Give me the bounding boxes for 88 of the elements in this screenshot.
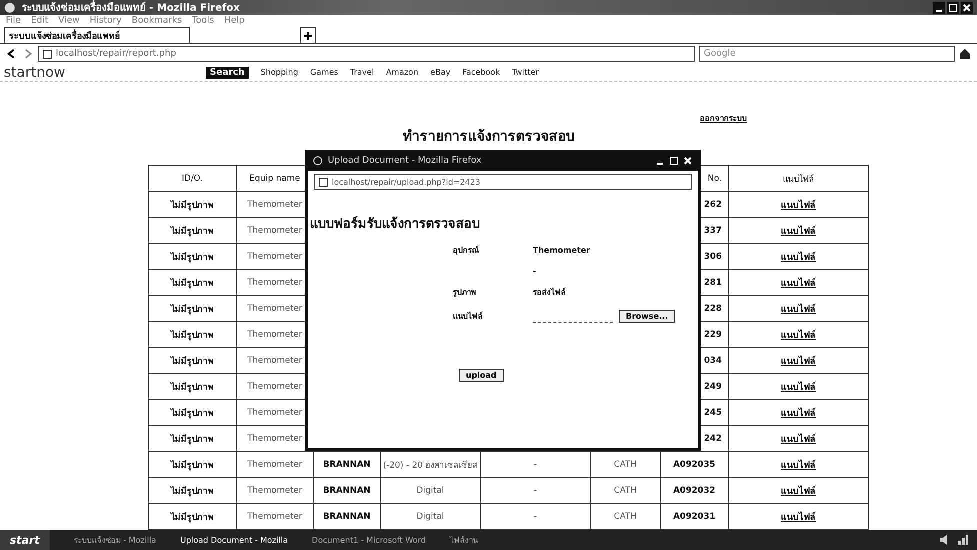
taskbar-item[interactable]: ไฟล์งาน [450, 534, 478, 546]
minimize-icon[interactable] [933, 2, 945, 14]
table-cell: ไม่มีรูปภาพ [149, 478, 237, 504]
network-icon[interactable] [957, 534, 969, 546]
toolbar-link[interactable]: Games [310, 68, 338, 78]
start-button[interactable]: start [0, 530, 50, 550]
table-cell: ไม่มีรูปภาพ [149, 296, 237, 322]
new-tab-button[interactable] [300, 27, 316, 44]
toolbar-link[interactable]: eBay [430, 68, 451, 78]
table-cell: ไม่มีรูปภาพ [149, 400, 237, 426]
table-cell: ไม่มีรูปภาพ [149, 452, 237, 478]
menu-item[interactable]: Bookmarks [132, 16, 182, 26]
menu-item[interactable]: File [6, 16, 22, 26]
table-cell: CATH [591, 478, 661, 504]
taskbar-item[interactable]: ระบบแจ้งซ่อม - Mozilla [74, 534, 156, 546]
field-value: - [533, 267, 538, 276]
address-field[interactable]: localhost/repair/upload.php?id=2423 [314, 174, 692, 190]
toolbar-link[interactable]: Twitter [512, 68, 539, 78]
browser-tab[interactable]: ระบบแจ้งซ่อมเครื่องมือแพทย์ [4, 27, 190, 44]
toolbar-brand: startnow [4, 64, 66, 81]
table-cell: A092032 [661, 478, 729, 504]
table-cell: ไม่มีรูปภาพ [149, 322, 237, 348]
window-title: ระบบแจ้งซ่อมเครื่องมือแพทย์ - Mozilla Firefox [22, 0, 240, 15]
table-cell: - [481, 478, 591, 504]
toolbar-link[interactable]: Travel [350, 68, 374, 78]
attach-link[interactable]: แนบไฟล์ [781, 458, 816, 472]
column-header: แนบไฟล์ [729, 166, 869, 192]
search-field[interactable]: Google [699, 46, 955, 62]
attach-link[interactable]: แนบไฟล์ [781, 250, 816, 264]
field-label: อุปกรณ์ [453, 244, 480, 257]
attach-link[interactable]: แนบไฟล์ [781, 328, 816, 342]
close-icon[interactable] [961, 2, 973, 14]
browser-icon[interactable] [312, 154, 324, 166]
menu-item[interactable]: Edit [31, 16, 48, 26]
menu-item[interactable]: Tools [192, 16, 214, 26]
attach-link[interactable]: แนบไฟล์ [781, 276, 816, 290]
search-button[interactable]: Search [206, 66, 249, 79]
field-label: รูปภาพ [453, 287, 477, 299]
attach-link[interactable]: แนบไฟล์ [781, 432, 816, 446]
table-cell: BRANNAN [314, 478, 381, 504]
upload-button[interactable]: upload [459, 369, 504, 382]
attach-link[interactable]: แนบไฟล์ [781, 510, 816, 524]
toolbar-link[interactable]: Amazon [386, 68, 419, 78]
attach-link[interactable]: แนบไฟล์ [781, 406, 816, 420]
attach-link[interactable]: แนบไฟล์ [781, 302, 816, 316]
table-cell: BRANNAN [314, 452, 381, 478]
column-header: ID/O. [149, 166, 237, 192]
attach-link[interactable]: แนบไฟล์ [781, 484, 816, 498]
table-cell: ไม่มีรูปภาพ [149, 270, 237, 296]
browser-icon[interactable] [4, 2, 16, 14]
maximize-icon[interactable] [947, 2, 959, 14]
menu-item[interactable]: Help [224, 16, 245, 26]
menu-item[interactable]: View [58, 16, 80, 26]
toolbar-link[interactable]: Facebook [462, 68, 500, 78]
table-cell: ไม่มีรูปภาพ [149, 348, 237, 374]
attach-link[interactable]: แนบไฟล์ [781, 198, 816, 212]
menu-item[interactable]: History [90, 16, 122, 26]
table-cell: Themometer [237, 478, 314, 504]
table-cell: ไม่มีรูปภาพ [149, 244, 237, 270]
taskbar-item[interactable]: Document1 - Microsoft Word [312, 536, 426, 544]
table-cell: - [481, 452, 591, 478]
browse-button[interactable]: Browse... [619, 310, 676, 322]
table-cell: CATH [591, 452, 661, 478]
taskbar-item[interactable]: Upload Document - Mozilla [180, 536, 288, 544]
field-value: Themometer [533, 246, 592, 255]
toolbar-link[interactable]: Shopping [260, 68, 298, 78]
table-cell: (-20) - 20 องศาเซลเซียส [381, 452, 481, 478]
popup-title: Upload Document - Mozilla Firefox [328, 156, 482, 166]
table-cell: ไม่มีรูปภาพ [149, 374, 237, 400]
plus-icon [304, 32, 312, 40]
table-cell: A092035 [661, 452, 729, 478]
field-value: รอส่งไฟล์ [533, 286, 567, 299]
field-label: แนบไฟล์ [453, 310, 484, 322]
page-icon [319, 178, 328, 186]
address-field[interactable]: localhost/repair/report.php [38, 46, 695, 62]
page-icon [43, 50, 52, 59]
logout-link[interactable]: ออกจากระบบ [700, 112, 747, 125]
page-title: ทำรายการแจ้งการตรวจสอบ [403, 128, 575, 147]
table-cell: ไม่มีรูปภาพ [149, 426, 237, 452]
attach-link[interactable]: แนบไฟล์ [781, 380, 816, 394]
attach-link[interactable]: แนบไฟล์ [781, 354, 816, 368]
table-cell: ไม่มีรูปภาพ [149, 192, 237, 218]
attach-link[interactable]: แนบไฟล์ [781, 224, 816, 238]
table-cell: Themometer [237, 452, 314, 478]
home-icon[interactable] [959, 48, 971, 60]
table-cell: Digital [381, 478, 481, 504]
table-cell: ไม่มีรูปภาพ [149, 218, 237, 244]
maximize-icon[interactable] [668, 154, 680, 166]
